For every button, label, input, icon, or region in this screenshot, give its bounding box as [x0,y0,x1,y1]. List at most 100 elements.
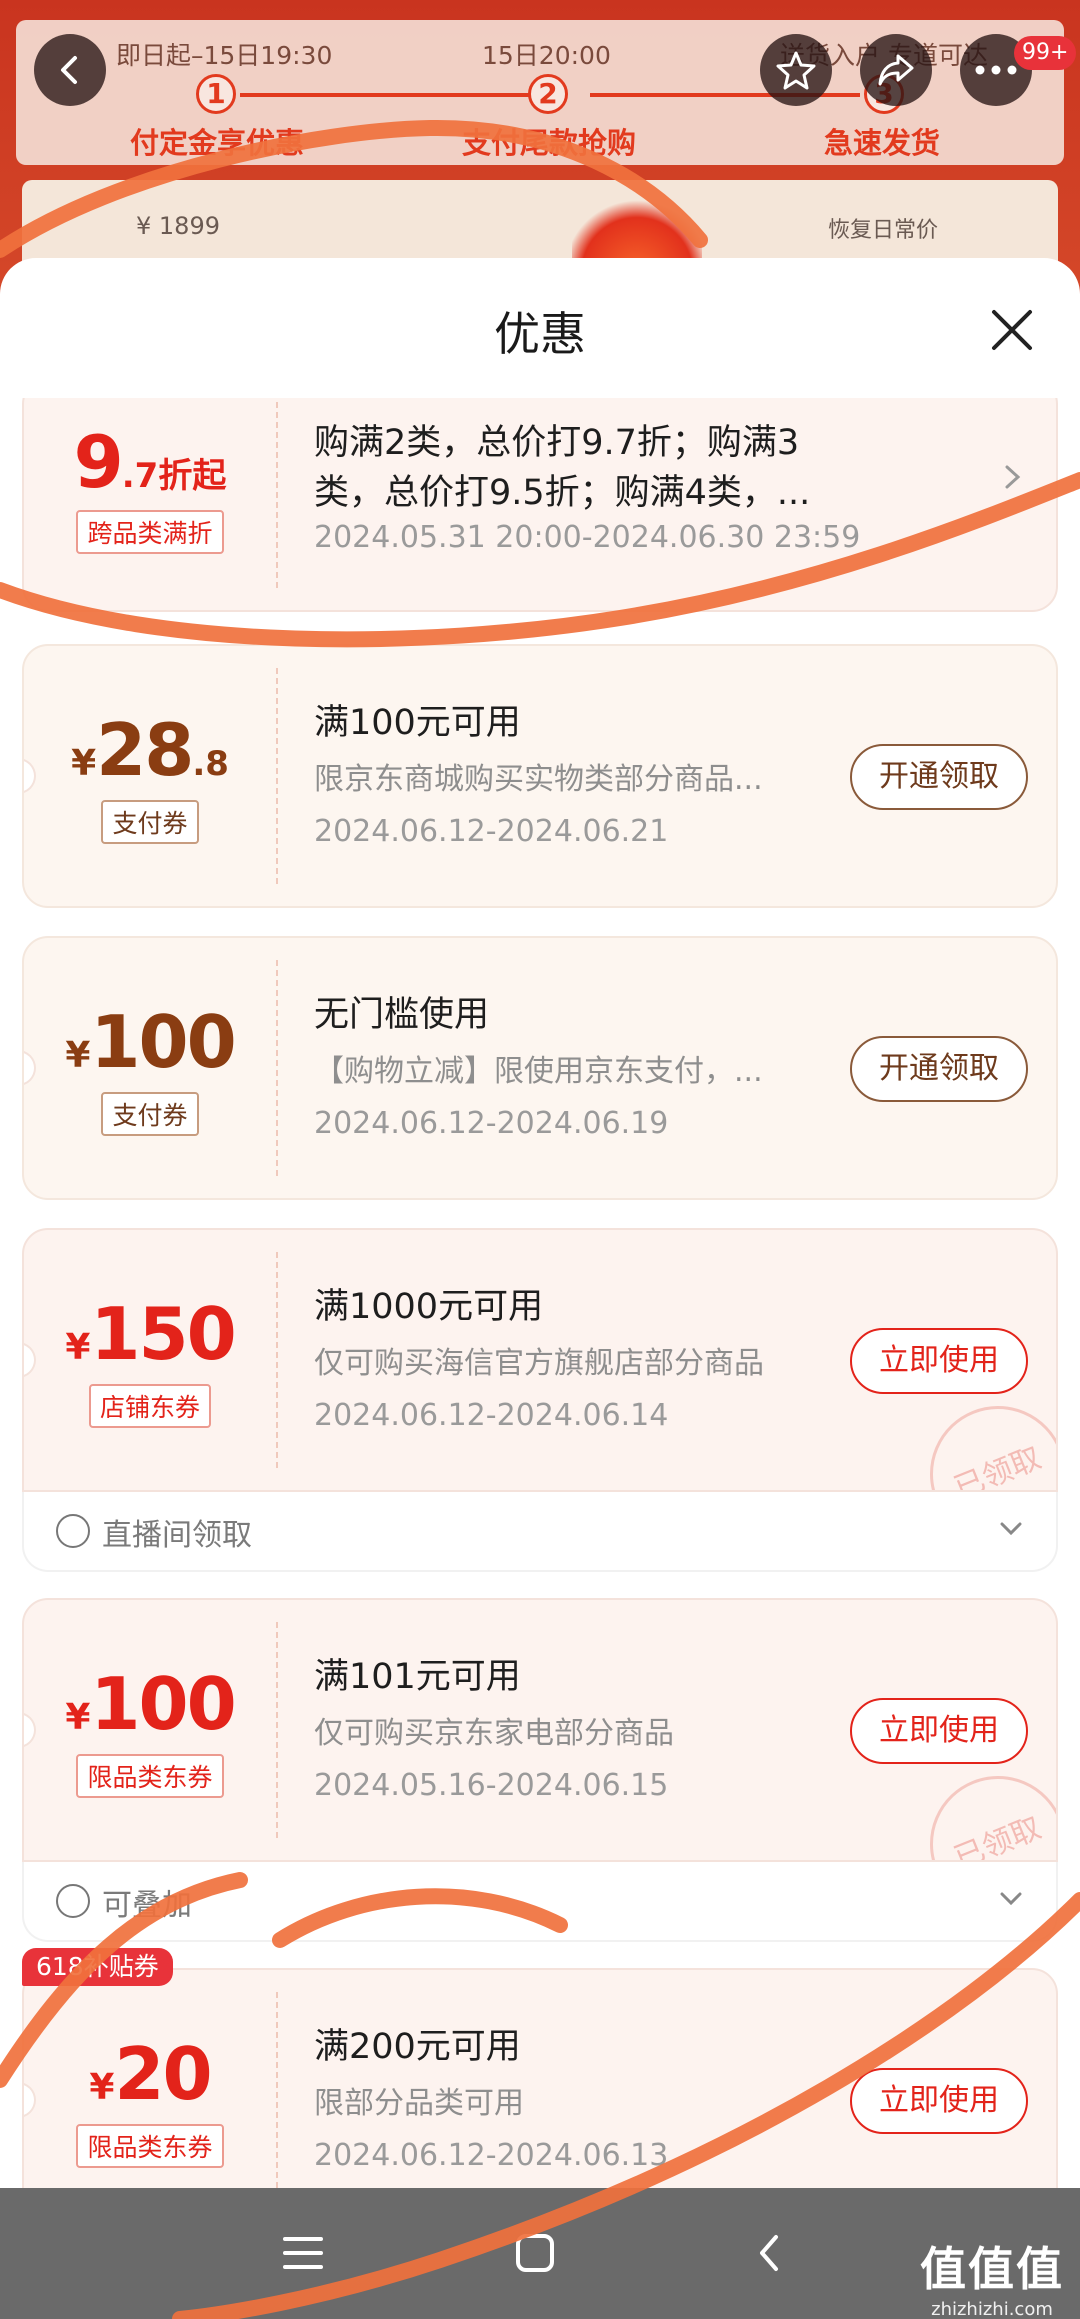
activate-claim-button[interactable]: 开通领取 [850,744,1028,810]
stack-icon [56,1884,90,1918]
amount-decimal: .8 [192,744,229,784]
coupon-amount: ¥100 [24,1000,276,1084]
back-button[interactable] [34,34,106,106]
coupon-amount: ¥28.8 [24,708,276,792]
coupon-validity: 2024.05.16-2024.06.15 [314,1768,669,1803]
claimed-stamp: 已领取 [909,1755,1056,1860]
coupon-divider [276,1622,278,1838]
site-watermark: 值值值 zhizhizhi.com [920,2233,1064,2319]
coupon-divider [276,668,278,884]
coupon-type-tag: 跨品类满折 [24,510,276,554]
back-arrow-icon [760,2235,778,2271]
coupon-card[interactable]: ¥20 限品类东券 满200元可用 限部分品类可用 2024.06.12-202… [22,1968,1058,2188]
tag-label: 跨品类满折 [76,510,224,554]
star-icon [776,51,816,90]
watermark-url: zhizhizhi.com [931,2299,1053,2319]
tag-label: 支付券 [101,800,199,844]
presale-price: ¥ 1899 [136,212,220,240]
chevron-left-icon [61,56,77,84]
close-icon [992,310,1032,350]
currency-symbol: ¥ [65,1697,91,1738]
recent-apps-button[interactable] [268,2218,338,2288]
step2-date: 15日20:00 [482,41,611,70]
amount-value: 100 [90,1000,236,1084]
coupon-source-row[interactable]: 直播间领取 [22,1492,1058,1572]
coupon-description: 【购物立减】限使用京东支付，... [314,1054,763,1089]
coupon-amount: ¥150 [24,1292,276,1376]
coupon-description: 限京东商城购买实物类部分商品... [314,762,763,797]
stackable-row[interactable]: 可叠加 [22,1862,1058,1942]
amount-value: 150 [90,1292,236,1376]
close-button[interactable] [984,302,1040,358]
step-number-2: 2 [528,74,568,114]
share-button[interactable] [860,34,932,106]
coupon-title: 满100元可用 [314,703,521,743]
favorite-button[interactable] [760,34,832,106]
share-icon [878,54,914,86]
coupon-list[interactable]: 9.7折起 跨品类满折 购满2类，总价打9.7折；购满3 类，总价打9.5折；购… [0,398,1080,2188]
sheet-title: 优惠 [494,307,586,361]
coupon-validity: 2024.06.12-2024.06.19 [314,1106,669,1141]
coupon-validity: 2024.06.12-2024.06.14 [314,1398,669,1433]
step-label-2: 支付尾款抢购 [462,126,637,160]
subsidy-corner-tag: 618补贴券 [22,1948,173,1986]
coupon-description: 限部分品类可用 [314,2086,524,2121]
home-square-icon [516,2234,554,2272]
coupon-divider [276,1992,278,2188]
currency-symbol: ¥ [71,743,97,784]
coupon-card[interactable]: ¥100 支付券 无门槛使用 【购物立减】限使用京东支付，... 2024.06… [22,936,1058,1200]
coupon-description: 仅可购买京东家电部分商品 [314,1716,674,1751]
coupon-type-tag: 支付券 [24,1092,276,1136]
nav-back-button[interactable] [734,2218,804,2288]
coupon-card[interactable]: ¥100 限品类东券 满101元可用 仅可购买京东家电部分商品 2024.05.… [22,1598,1058,1862]
activate-claim-button[interactable]: 开通领取 [850,1036,1028,1102]
coupon-description: 仅可购买海信官方旗舰店部分商品 [314,1346,764,1381]
coupon-validity: 2024.06.12-2024.06.13 [314,2138,669,2173]
coupon-title: 满200元可用 [314,2027,521,2067]
watermark-logo: 值值值 [920,2242,1064,2296]
coupon-title: 购满2类，总价打9.7折；购满3 [314,423,800,463]
menu-icon [283,2237,323,2269]
chevron-down-icon[interactable] [996,1514,1026,1544]
coupon-divider [276,960,278,1176]
coupon-card[interactable]: ¥28.8 支付券 满100元可用 限京东商城购买实物类部分商品... 2024… [22,644,1058,908]
currency-symbol: ¥ [65,1327,91,1368]
coupon-divider [276,402,278,588]
chevron-right-icon[interactable] [1002,462,1024,492]
live-room-icon [56,1514,90,1548]
chevron-down-icon[interactable] [996,1884,1026,1914]
stackable-label: 可叠加 [102,1888,192,1923]
coupon-type-tag: 店铺东券 [24,1384,276,1428]
amount-value: 28 [96,708,194,792]
coupon-type-tag: 限品类东券 [24,2124,276,2168]
coupon-amount: 9.7折起 [24,420,276,504]
message-count-badge: 99+ [1014,36,1077,70]
tag-label: 支付券 [101,1092,199,1136]
amount-suffix: .7折起 [121,456,227,496]
coupon-title-line2: 类，总价打9.5折；购满4类，... [314,473,811,513]
home-button[interactable] [500,2218,570,2288]
step1-date: 即日起–15日19:30 [116,41,333,70]
use-now-button[interactable]: 立即使用 [850,2068,1028,2134]
step-connector [240,93,530,97]
coupon-card[interactable]: ¥150 店铺东券 满1000元可用 仅可购买海信官方旗舰店部分商品 2024.… [22,1228,1058,1492]
tag-label: 限品类东券 [76,1754,224,1798]
use-now-button[interactable]: 立即使用 [850,1698,1028,1764]
tag-label: 店铺东券 [88,1384,211,1428]
coupon-validity: 2024.06.12-2024.06.21 [314,814,669,849]
use-now-button[interactable]: 立即使用 [850,1328,1028,1394]
coupon-title: 满1000元可用 [314,1287,544,1327]
currency-symbol: ¥ [89,2067,115,2108]
amount-value: 20 [114,2032,212,2116]
coupon-type-tag: 支付券 [24,800,276,844]
more-dots-icon [975,65,1017,75]
step-number-1: 1 [196,74,236,114]
claimed-stamp: 已领取 [909,1385,1056,1490]
coupon-source-label: 直播间领取 [102,1518,252,1553]
coupon-card[interactable]: 9.7折起 跨品类满折 购满2类，总价打9.7折；购满3 类，总价打9.5折；购… [22,398,1058,612]
coupon-amount: ¥20 [24,2032,276,2116]
coupon-amount: ¥100 [24,1662,276,1746]
coupon-validity: 2024.05.31 20:00-2024.06.30 23:59 [314,520,861,555]
coupon-title: 无门槛使用 [314,995,490,1035]
amount-value: 100 [90,1662,236,1746]
